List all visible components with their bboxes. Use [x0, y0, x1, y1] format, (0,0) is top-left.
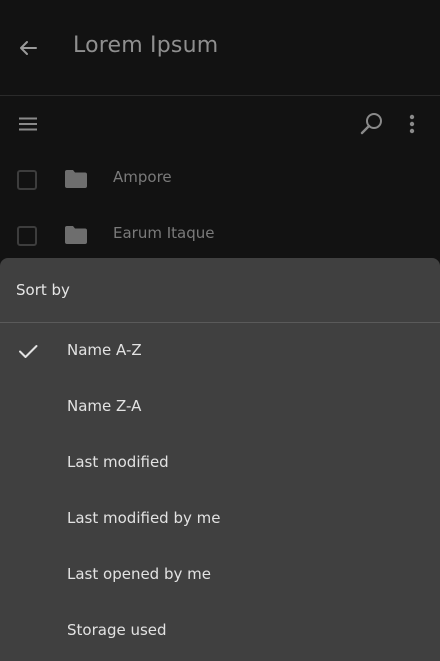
list-item[interactable]: Ampore [0, 153, 440, 209]
sort-option-last-modified[interactable]: Last modified [0, 436, 440, 492]
more-vertical-icon [409, 114, 415, 134]
arrow-back-icon [20, 41, 37, 55]
sort-option-label: Storage used [67, 621, 167, 639]
divider [0, 322, 440, 323]
page-title: Lorem Ipsum [73, 33, 219, 58]
folder-icon [65, 226, 87, 244]
sort-option-last-opened-by-me[interactable]: Last opened by me [0, 548, 440, 604]
sheet-title: Sort by [16, 281, 70, 299]
list-item[interactable]: Earum Itaque [0, 209, 440, 265]
app-bar: Lorem Ipsum [0, 0, 440, 96]
sort-bottom-sheet: Sort by Name A-Z Name Z-A Last modified … [0, 258, 440, 661]
sort-option-label: Last modified by me [67, 509, 221, 527]
sort-option-label: Name A-Z [67, 341, 142, 359]
search-button[interactable] [359, 111, 385, 137]
file-name: Earum Itaque [113, 224, 215, 242]
more-options-button[interactable] [402, 112, 422, 136]
select-checkbox[interactable] [17, 226, 37, 246]
file-name: Ampore [113, 168, 172, 186]
hamburger-menu-icon [19, 117, 37, 131]
select-checkbox[interactable] [17, 170, 37, 190]
folder-icon [65, 170, 87, 188]
sort-option-label: Name Z-A [67, 397, 142, 415]
sort-option-label: Last opened by me [67, 565, 211, 583]
back-button[interactable] [14, 34, 42, 62]
sort-option-label: Last modified [67, 453, 169, 471]
sort-option-name-a-z[interactable]: Name A-Z [0, 324, 440, 380]
check-icon [19, 345, 38, 358]
menu-button[interactable] [16, 112, 40, 136]
sort-option-last-modified-by-me[interactable]: Last modified by me [0, 492, 440, 548]
search-icon [360, 113, 382, 135]
sort-option-storage-used[interactable]: Storage used [0, 604, 440, 660]
toolbar [0, 96, 440, 152]
sort-option-name-z-a[interactable]: Name Z-A [0, 380, 440, 436]
